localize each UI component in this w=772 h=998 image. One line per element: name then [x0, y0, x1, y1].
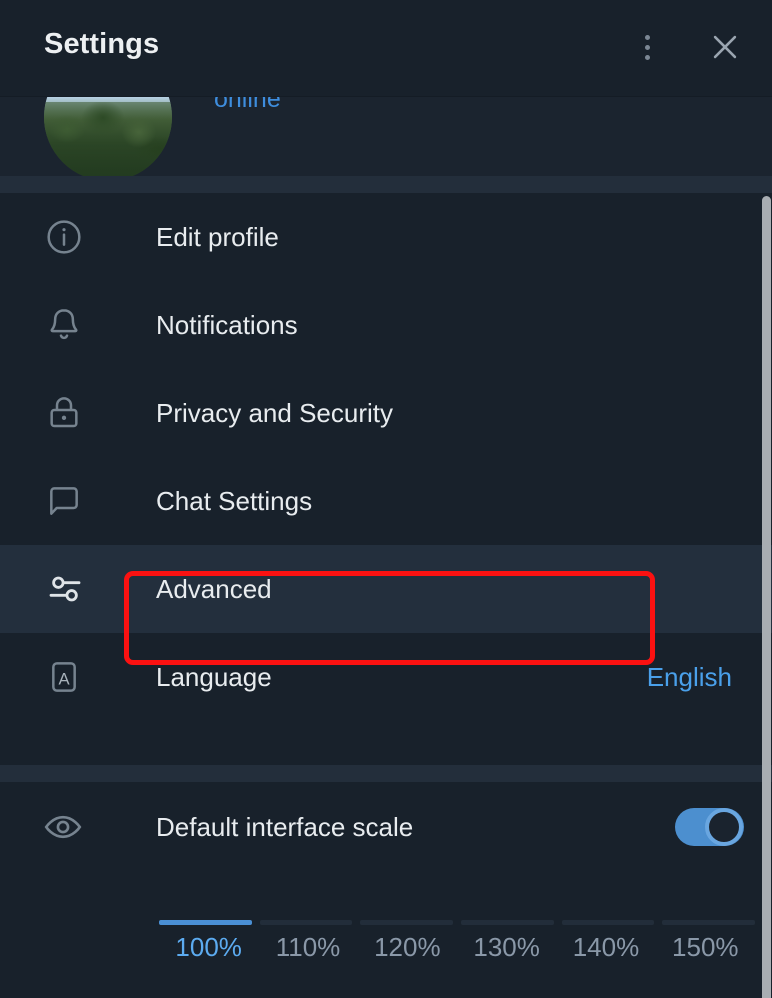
- dot: [644, 54, 650, 60]
- svg-text:A: A: [58, 669, 70, 688]
- more-vertical-icon[interactable]: [622, 22, 672, 72]
- scale-tick-140[interactable]: 140%: [556, 932, 655, 963]
- sidebar-item-advanced[interactable]: Advanced: [0, 545, 772, 633]
- avatar[interactable]: [44, 97, 172, 177]
- scale-tick-100[interactable]: 100%: [159, 932, 258, 963]
- sidebar-item-label: Advanced: [156, 573, 272, 604]
- sidebar-item-privacy-and-security[interactable]: Privacy and Security: [0, 369, 772, 457]
- scale-tick-labels: 100% 110% 120% 130% 140% 150%: [159, 932, 755, 963]
- sidebar-item-label: Edit profile: [156, 221, 279, 252]
- scale-segment-110[interactable]: [259, 920, 353, 925]
- scale-tick-150[interactable]: 150%: [656, 932, 755, 963]
- default-scale-toggle[interactable]: [675, 808, 744, 846]
- sidebar-item-label: Notifications: [156, 309, 298, 340]
- bell-icon: [44, 281, 98, 369]
- scrollbar-thumb[interactable]: [762, 196, 771, 998]
- scale-slider-track[interactable]: [159, 920, 756, 925]
- scale-segment-130[interactable]: [461, 920, 554, 925]
- interface-scale-label: Default interface scale: [156, 812, 414, 842]
- sidebar-item-label: Chat Settings: [156, 485, 313, 516]
- header-actions: [622, 22, 750, 72]
- lock-icon: [44, 369, 98, 457]
- chat-bubble-icon: [44, 457, 98, 545]
- settings-header: Settings: [0, 0, 772, 96]
- scale-tick-110[interactable]: 110%: [258, 932, 357, 963]
- scale-segment-100[interactable]: [159, 920, 252, 925]
- language-value[interactable]: English: [647, 662, 732, 693]
- toggle-knob: [705, 808, 743, 846]
- eye-icon: [42, 806, 84, 853]
- settings-panel: Settings online Edit profile Notificatio…: [0, 0, 772, 998]
- sidebar-item-edit-profile[interactable]: Edit profile: [0, 193, 772, 281]
- dot: [644, 44, 650, 50]
- scale-tick-120[interactable]: 120%: [358, 932, 457, 963]
- scrollbar-track[interactable]: [762, 96, 772, 998]
- section-divider: [0, 765, 772, 782]
- sidebar-item-label: Privacy and Security: [156, 397, 393, 428]
- scale-tick-130[interactable]: 130%: [457, 932, 556, 963]
- scale-segment-120[interactable]: [360, 920, 454, 925]
- info-circle-icon: [44, 193, 98, 281]
- sidebar-item-chat-settings[interactable]: Chat Settings: [0, 457, 772, 545]
- sidebar-item-language[interactable]: A Language English: [0, 633, 772, 721]
- letter-a-icon: A: [44, 633, 98, 721]
- scale-segment-140[interactable]: [561, 920, 655, 925]
- section-divider: [0, 176, 772, 193]
- sidebar-item-label: Language: [156, 661, 272, 692]
- scale-segment-150[interactable]: [662, 920, 756, 925]
- profile-status: online: [214, 96, 281, 113]
- interface-scale-row[interactable]: Default interface scale: [0, 782, 772, 870]
- interface-scale-section: Default interface scale 100% 110% 120% 1…: [0, 782, 772, 998]
- dot: [644, 34, 650, 40]
- close-icon[interactable]: [700, 22, 750, 72]
- profile-summary[interactable]: online: [0, 96, 772, 177]
- sidebar-item-notifications[interactable]: Notifications: [0, 281, 772, 369]
- settings-menu-list: Edit profile Notifications Privacy and S…: [0, 193, 772, 765]
- page-title: Settings: [44, 28, 160, 60]
- sliders-icon: [44, 545, 98, 633]
